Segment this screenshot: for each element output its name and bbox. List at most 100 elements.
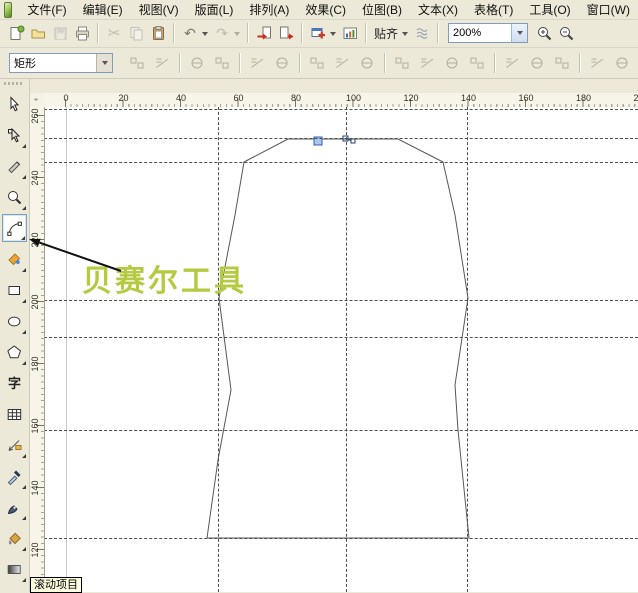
toolbar-separator: [247, 23, 249, 43]
property-bar-icon: [525, 52, 550, 74]
ruler-label: 0: [63, 93, 69, 103]
toolbar-separator: [173, 23, 175, 43]
horizontal-guideline[interactable]: [44, 337, 638, 338]
menu-tools[interactable]: 工具(O): [521, 0, 578, 20]
toolbox-grip[interactable]: [4, 82, 24, 85]
bezier-tool[interactable]: [2, 214, 27, 242]
rectangle-tool-icon: [8, 285, 20, 295]
standard-toolbar: ✂ ↶ ↷ 贴齐 200%: [0, 19, 638, 48]
crop-tool-icon: [8, 160, 21, 173]
zoom-out-button[interactable]: [555, 22, 577, 44]
zoom-level-value: 200%: [453, 27, 482, 39]
combo-dropdown-button[interactable]: [511, 24, 528, 42]
bezier-tool-icon: [7, 221, 22, 236]
horizontal-ruler[interactable]: 0 20 40 60 80 100 120 140 160 180 200: [44, 93, 638, 108]
zoom-tool[interactable]: [2, 183, 27, 211]
options-waves-icon: [416, 27, 427, 39]
open-button[interactable]: [27, 22, 49, 44]
rectangle-tool[interactable]: [2, 276, 27, 304]
horizontal-guideline[interactable]: [44, 300, 638, 301]
ruler-label: 120: [30, 542, 40, 558]
chevron-down-icon: [101, 60, 108, 68]
property-bar-icon: [210, 52, 235, 74]
horizontal-guideline[interactable]: [44, 538, 638, 539]
welcome-chart-icon: [343, 27, 357, 39]
redo-button: ↷: [211, 22, 233, 44]
menu-table[interactable]: 表格(T): [466, 0, 521, 20]
application-launcher-button[interactable]: [307, 22, 329, 44]
save-button: [49, 22, 71, 44]
pick-tool-icon: [10, 95, 20, 111]
menu-effects[interactable]: 效果(C): [297, 0, 354, 20]
paste-icon: [152, 25, 164, 40]
menu-arrange[interactable]: 排列(A): [241, 0, 297, 20]
undo-button[interactable]: ↶: [179, 22, 201, 44]
new-button[interactable]: [5, 22, 27, 44]
vertical-ruler[interactable]: 260240220200180160140120100: [28, 107, 45, 592]
ruler-origin-corner[interactable]: ⌖: [28, 93, 45, 108]
dimension-tool[interactable]: [2, 431, 27, 459]
launcher-dropdown[interactable]: [330, 31, 336, 39]
cut-icon: ✂: [107, 24, 121, 42]
pick-tool[interactable]: [2, 90, 27, 118]
text-tool[interactable]: 字: [2, 369, 27, 397]
outline-pen-tool[interactable]: [2, 493, 27, 521]
snap-dropdown[interactable]: [402, 31, 409, 39]
toolbar-separator: [437, 23, 440, 43]
toolbar-separator: [365, 23, 367, 43]
property-bar-icon: [330, 52, 355, 74]
horizontal-guideline[interactable]: [44, 430, 638, 431]
ellipse-tool-icon: [8, 316, 21, 326]
app-launcher-icon: [311, 27, 325, 38]
vertical-guideline[interactable]: [218, 107, 219, 592]
menu-bitmaps[interactable]: 位图(B): [354, 0, 410, 20]
welcome-screen-button[interactable]: [339, 22, 361, 44]
menu-window[interactable]: 窗口(W): [579, 0, 638, 20]
crop-tool[interactable]: [2, 152, 27, 180]
ruler-label: 240: [30, 170, 40, 186]
outline-pen-tool-icon: [7, 504, 18, 514]
drawing-canvas[interactable]: [44, 107, 638, 592]
export-button[interactable]: [275, 22, 297, 44]
ruler-label: 160: [518, 93, 534, 103]
app-window: { "app": {"background": "#ece9d8", "them…: [0, 0, 638, 593]
menu-file[interactable]: 文件(F): [19, 0, 74, 20]
tool-preset-combo[interactable]: 矩形: [9, 53, 113, 73]
print-icon: [75, 26, 89, 40]
ellipse-tool[interactable]: [2, 307, 27, 335]
coreldraw-logo: [4, 1, 13, 18]
import-button[interactable]: [253, 22, 275, 44]
undo-dropdown[interactable]: [202, 31, 208, 39]
options-button[interactable]: [411, 22, 433, 44]
interactive-fill-tool-icon: [7, 564, 21, 574]
polygon-tool[interactable]: [2, 338, 27, 366]
fill-tool[interactable]: [2, 524, 27, 552]
zoom-in-button[interactable]: [533, 22, 555, 44]
vertical-guideline[interactable]: [346, 107, 347, 592]
menubar: 文件(F) 编辑(E) 视图(V) 版面(L) 排列(A) 效果(C) 位图(B) 文本(X)…: [0, 0, 638, 20]
toolbox: 字: [0, 79, 30, 592]
property-bar-icon: [245, 52, 270, 74]
snap-to-button[interactable]: 贴齐: [371, 25, 401, 42]
ruler-label: 260: [30, 108, 40, 124]
table-tool[interactable]: [2, 400, 27, 428]
copy-icon: [130, 26, 142, 40]
horizontal-guideline[interactable]: [44, 109, 638, 110]
property-bar-icon: [390, 52, 415, 74]
interactive-fill-tool[interactable]: [2, 555, 27, 583]
horizontal-guideline[interactable]: [44, 138, 638, 139]
combo-dropdown-button[interactable]: [96, 54, 112, 72]
horizontal-guideline[interactable]: [44, 162, 638, 163]
paste-button[interactable]: [147, 22, 169, 44]
print-button[interactable]: [71, 22, 93, 44]
zoom-level-combo[interactable]: 200%: [448, 23, 529, 43]
shape-tool[interactable]: [2, 121, 27, 149]
menu-layout[interactable]: 版面(L): [187, 0, 242, 20]
menu-view[interactable]: 视图(V): [131, 0, 187, 20]
eyedropper-tool[interactable]: [2, 462, 27, 490]
property-bar-icon: [610, 52, 635, 74]
menu-text[interactable]: 文本(X): [410, 0, 466, 20]
vertical-guideline[interactable]: [467, 107, 468, 592]
menu-edit[interactable]: 编辑(E): [75, 0, 131, 20]
smart-fill-tool[interactable]: [2, 245, 27, 273]
